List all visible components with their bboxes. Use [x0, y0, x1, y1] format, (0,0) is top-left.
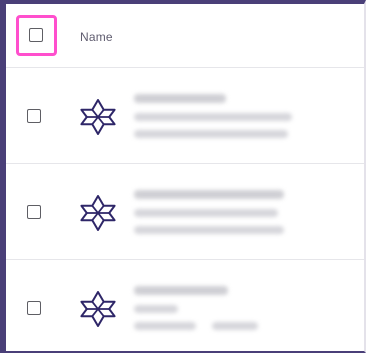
- table-row[interactable]: [6, 260, 364, 355]
- select-all-highlight: [16, 15, 57, 56]
- redacted-details: [128, 88, 328, 148]
- row-checkbox[interactable]: [27, 205, 41, 219]
- select-all-checkbox[interactable]: [29, 28, 43, 42]
- table-row[interactable]: [6, 164, 364, 260]
- table-panel: Name: [0, 0, 366, 353]
- row-checkbox[interactable]: [27, 109, 41, 123]
- row-checkbox[interactable]: [27, 301, 41, 315]
- star-of-david-outline-icon: [80, 99, 116, 135]
- redacted-details: [128, 280, 328, 340]
- column-header-name[interactable]: Name: [80, 30, 113, 44]
- redacted-details: [128, 184, 328, 244]
- star-of-david-outline-icon: [80, 291, 116, 327]
- table-header: Name: [6, 4, 364, 68]
- star-of-david-outline-icon: [80, 195, 116, 231]
- table-row[interactable]: [6, 68, 364, 164]
